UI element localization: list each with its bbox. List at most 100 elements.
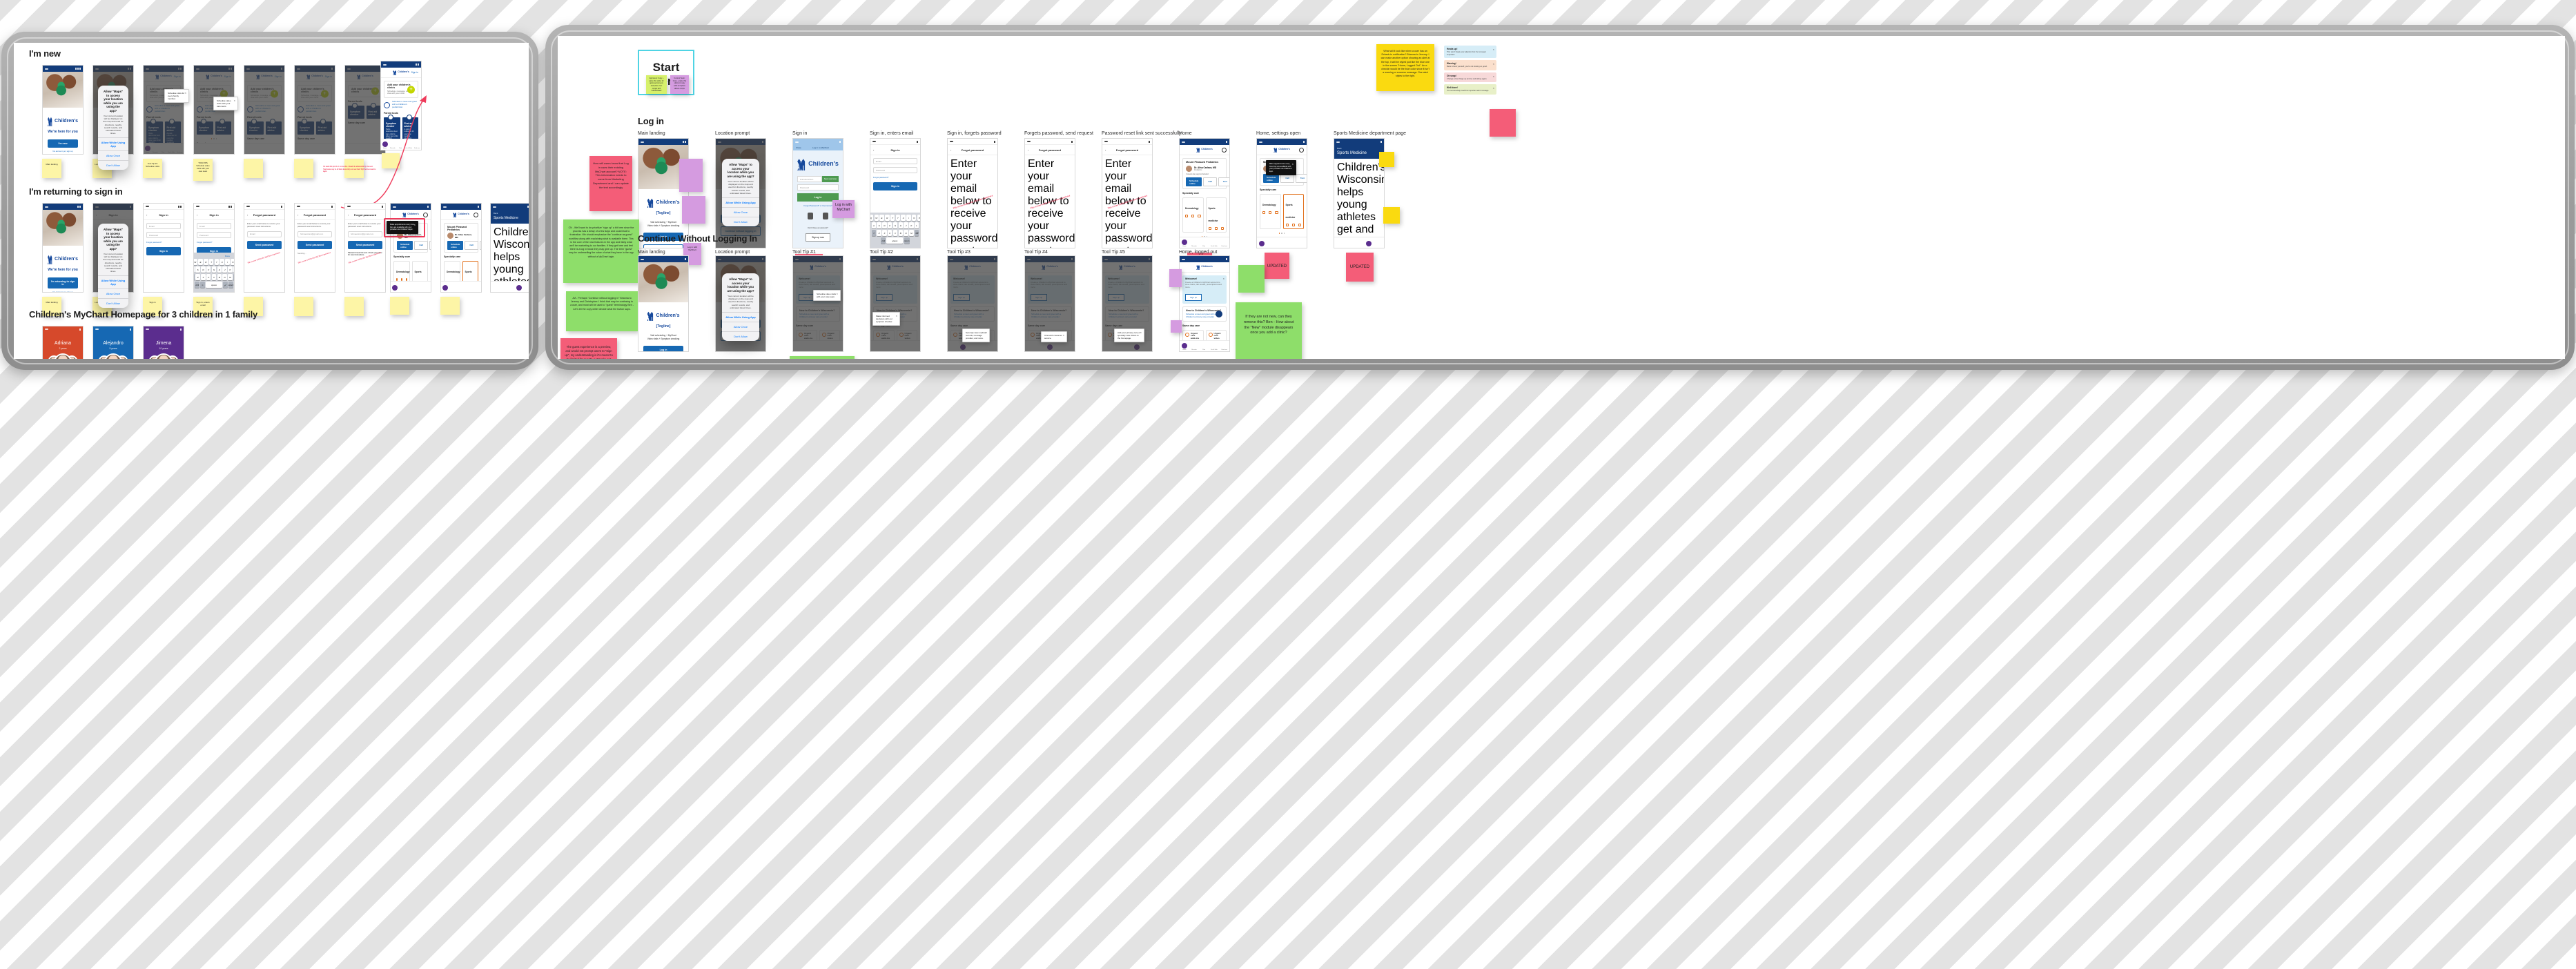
kid-card-jimena[interactable]: Jimena 10 years [143,326,184,359]
nav-you-kids[interactable] [902,344,908,350]
email-field[interactable]: Email [873,158,917,164]
urgent-walkin-card[interactable]: Urgent care walk-ins [297,143,314,154]
phone-cwli-home-logged-out[interactable]: Children's × Welcome! Create a Children'… [1179,255,1230,352]
text-button[interactable]: Text [479,241,481,250]
close-icon[interactable]: × [1063,333,1064,337]
nav-home[interactable] [195,147,201,153]
phone-login-home-settings[interactable]: Children's Mount Pleasant Pediatrics Dr.… [1256,138,1307,248]
location-permission-dialog-2[interactable]: Allow "Maps" to access your location whi… [98,224,128,309]
welcome-alert[interactable]: Welcome! Create a Children's MyChart acc… [950,275,995,304]
nav-home[interactable] [492,285,498,291]
password-field[interactable]: Password [873,167,917,173]
sticky-screen-5[interactable] [294,159,313,178]
phone-login-forgets-password[interactable]: ‹ Forgot password Enter your email below… [947,138,998,248]
nav-find-care[interactable] [990,344,995,350]
sticky-guest-experience[interactable]: The guest experience is a preview, and w… [560,338,617,359]
sign-up-button[interactable]: Sign up [1031,294,1048,302]
close-icon[interactable]: × [1493,86,1494,90]
sticky-screen-4[interactable] [244,159,263,178]
email-field[interactable]: hdmaestrani@gmail.com [297,231,332,237]
nav-find-care[interactable] [1144,344,1150,350]
sticky-tooltip-1[interactable]: Tool Tip #1 Schedule visits [143,159,162,178]
nav-records[interactable]: Records [1191,343,1197,351]
back-chevron-icon[interactable]: ‹ [96,213,97,217]
tooltip-medical-records[interactable]: × Securely view medical records, message… [962,329,990,343]
urgent-video-card[interactable]: Urgent care video visits [265,143,282,154]
sticky-continue-without-logging-in[interactable]: JM - Perhaps "Continue without logging i… [566,291,638,331]
meet-greet-link[interactable]: Schedule a meet and greet with a Childre… [146,104,181,113]
bottom-nav[interactable] [491,281,529,292]
nav-home[interactable] [1027,344,1033,350]
urgent-video-card[interactable]: Urgent care video visits [215,147,231,154]
sticky-returning-9[interactable] [440,297,460,315]
nav-records[interactable]: Records [153,146,158,153]
phone-login-enters-email[interactable]: ‹ Sign in Email Password Forgot password… [870,138,921,248]
send-password-button[interactable]: Send password [348,240,382,249]
call-button[interactable]: Call [414,241,428,250]
plus-icon[interactable]: + [371,87,379,95]
sticky-updated-3[interactable]: UPDATED [1346,253,1374,282]
nav-chat[interactable] [1356,241,1362,246]
back-link[interactable]: Back [494,212,528,215]
back-chevron-icon[interactable]: ‹ [146,213,147,217]
nav-records[interactable] [959,344,966,350]
sticky-returning-6[interactable] [294,297,313,316]
nav-you-kids[interactable] [1366,240,1372,246]
email-field[interactable]: Email [146,223,181,229]
nav-records[interactable] [400,285,405,291]
tile-symptom-checker[interactable]: Symptom checker [348,102,364,119]
sticky-sports-note-2[interactable] [1383,207,1400,224]
phone-login-sports-medicine[interactable]: Back Sports Medicine Children's Wisconsi… [1334,138,1385,248]
urgent-walkin-card[interactable]: Urgent care walk-ins [873,329,895,346]
allow-once-button[interactable]: Allow Once [98,150,128,160]
allow-while-using-button[interactable]: Allow While Using App [722,197,759,207]
sticky-new-module[interactable]: If they are not new, can they remove thi… [1236,302,1302,359]
sticky-purple-note-2[interactable] [682,196,705,224]
nav-you-kids[interactable] [320,147,326,153]
gear-icon[interactable] [474,213,478,217]
nav-home[interactable] [950,344,955,350]
nav-you-kids[interactable] [467,285,472,291]
nav-records[interactable] [500,285,505,291]
nav-you-kids[interactable]: You & Kids [1211,343,1218,351]
add-clinics-card[interactable]: Add your children's clinics Schedule, me… [384,81,418,99]
back-chevron-icon[interactable]: ‹ [348,213,349,217]
close-icon[interactable]: × [1223,277,1224,280]
nav-find-care[interactable] [328,147,333,153]
tile-symptom-checker[interactable]: Symptom checker [247,119,264,135]
nav-you-kids[interactable] [516,284,522,291]
sticky-home-final[interactable] [382,153,400,168]
phone-returning-signin[interactable]: ‹ Sign in Email Password Forgot password… [143,203,184,293]
bottom-nav[interactable]: Home Records Chat You & Kids Find care [381,139,421,150]
no-account-link[interactable]: No account yet, sign up [48,291,78,292]
no-account-link[interactable]: No account yet, sign up [48,150,78,153]
nav-find-care[interactable]: Find care [414,141,420,149]
phone-login-main-landing[interactable]: Children's [Togline] Visit scheduling + … [638,138,689,248]
sticky-returning-8[interactable] [390,297,409,315]
bottom-nav[interactable] [870,340,920,351]
allow-once-button[interactable]: Allow Once [722,321,759,331]
right-board-canvas[interactable]: Start here Approvers: Copy + paste this … [558,36,2565,359]
tooltip-symptom-checker[interactable]: × Make informed decisions with our sympt… [872,312,900,326]
text-button[interactable]: Text [1218,177,1229,186]
send-password-button[interactable]: Send password [297,240,332,249]
new-to-childrens-card[interactable]: New to Children's Wisconsin? Schedule a … [1105,306,1149,322]
nav-chat[interactable] [892,344,898,350]
password-field[interactable]: Password [197,232,231,238]
allow-while-using-button[interactable]: Allow While Using App [98,275,128,288]
nav-chat[interactable] [1279,241,1285,246]
nav-you-kids[interactable] [219,147,225,153]
allow-once-button[interactable]: Allow Once [98,288,128,298]
sign-up-button[interactable]: Sign up [1185,294,1202,302]
nav-home[interactable]: Home [1181,343,1187,351]
nav-records[interactable] [253,147,259,153]
tooltip-epic-appointments[interactable]: × Make appointments every time they are … [387,221,418,234]
nav-chat[interactable] [211,147,217,153]
phone-returning-forgot-1[interactable]: ‹ Forgot password Enter your email below… [244,203,285,293]
phone-cwli-tooltip-1[interactable]: Children's Welcome! Create a Children's … [792,255,843,352]
close-icon[interactable]: × [896,314,897,317]
nav-you-kids[interactable] [1057,344,1062,350]
dont-allow-button[interactable]: Don't Allow [98,298,128,308]
allow-while-using-button[interactable]: Allow While Using App [722,311,759,322]
alert-warning[interactable]: × Warning! Better check yourself, you're… [1444,60,1496,70]
